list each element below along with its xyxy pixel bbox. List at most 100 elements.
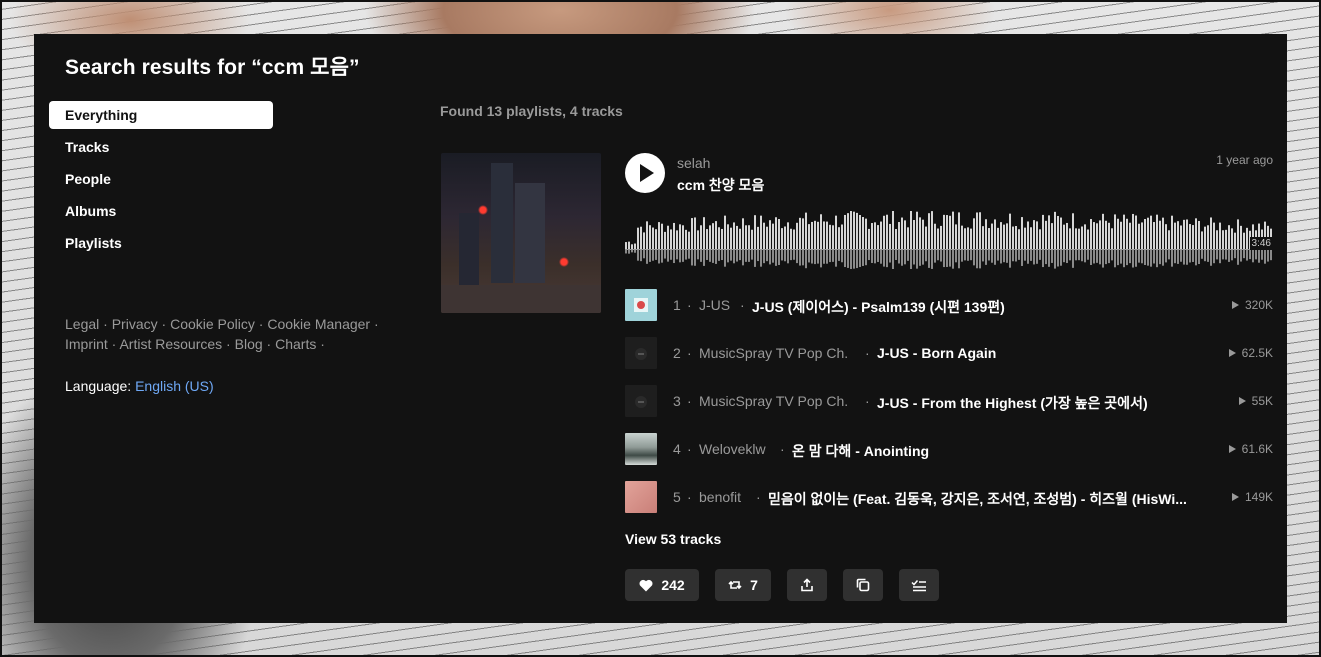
track-row[interactable]: 3 · MusicSpray TV Pop Ch. · J-US - From … bbox=[625, 385, 1273, 433]
waveform-bar-reflection bbox=[1123, 250, 1125, 268]
copy-link-icon bbox=[856, 578, 870, 592]
footer-link-blog[interactable]: Blog bbox=[235, 336, 263, 352]
share-button[interactable] bbox=[787, 569, 827, 601]
waveform-bar bbox=[781, 228, 783, 249]
nav-item-people[interactable]: People bbox=[49, 165, 273, 193]
waveform-bar-reflection bbox=[814, 250, 816, 265]
waveform-bar-reflection bbox=[1129, 250, 1131, 264]
waveform-bar-reflection bbox=[982, 250, 984, 262]
waveform-bar bbox=[835, 215, 837, 249]
waveform-bar bbox=[958, 212, 960, 249]
footer-link-charts[interactable]: Charts bbox=[275, 336, 316, 352]
waveform-bar-reflection bbox=[658, 250, 660, 264]
track-title[interactable]: J-US - Born Again bbox=[877, 345, 996, 361]
waveform-bar-reflection bbox=[1048, 250, 1050, 267]
waveform-bar-reflection bbox=[766, 250, 768, 262]
nav-item-everything[interactable]: Everything bbox=[49, 101, 273, 129]
waveform-bar bbox=[652, 227, 654, 249]
add-to-queue-button[interactable] bbox=[899, 569, 939, 601]
waveform-bar-reflection bbox=[1108, 250, 1110, 264]
waveform-bar bbox=[952, 211, 954, 249]
track-row[interactable]: 2 · MusicSpray TV Pop Ch. · J-US - Born … bbox=[625, 337, 1273, 385]
nav-item-tracks[interactable]: Tracks bbox=[49, 133, 273, 161]
waveform-bar-reflection bbox=[760, 250, 762, 267]
nav-item-playlists[interactable]: Playlists bbox=[49, 229, 273, 257]
waveform-bar-reflection bbox=[1207, 250, 1209, 262]
waveform-bar-reflection bbox=[1132, 250, 1134, 268]
waveform-bar bbox=[1000, 222, 1002, 249]
track-title[interactable]: J-US - From the Highest (가장 높은 곳에서) bbox=[877, 393, 1148, 413]
footer-link-privacy[interactable]: Privacy bbox=[112, 316, 158, 332]
waveform-bar bbox=[925, 226, 927, 249]
waveform-bar bbox=[814, 220, 816, 249]
playlist-artwork[interactable] bbox=[441, 153, 601, 313]
view-all-tracks-link[interactable]: View 53 tracks bbox=[625, 531, 721, 547]
waveform-bar-reflection bbox=[889, 250, 891, 263]
waveform-bar bbox=[859, 215, 861, 249]
footer-link-imprint[interactable]: Imprint bbox=[65, 336, 108, 352]
waveform-bar-reflection bbox=[685, 250, 687, 260]
track-artist[interactable]: MusicSpray TV Pop Ch. bbox=[699, 345, 848, 361]
waveform-bar-reflection bbox=[1189, 250, 1191, 263]
waveform-bar bbox=[1195, 218, 1197, 249]
waveform-bar-reflection bbox=[1231, 250, 1233, 261]
footer-link-legal[interactable]: Legal bbox=[65, 316, 99, 332]
waveform-bar bbox=[670, 229, 672, 249]
waveform-bar bbox=[640, 226, 642, 249]
waveform-bar-reflection bbox=[847, 250, 849, 268]
waveform-bar bbox=[1093, 222, 1095, 249]
footer-link-cookie-manager[interactable]: Cookie Manager bbox=[267, 316, 370, 332]
waveform-bar-reflection bbox=[1264, 250, 1266, 264]
track-row[interactable]: 4 · Weloveklw · 온 맘 다해 - Anointing 61.6K bbox=[625, 433, 1273, 481]
track-artist[interactable]: J-US bbox=[699, 297, 730, 313]
waveform-bar bbox=[1240, 225, 1242, 249]
copy-link-button[interactable] bbox=[843, 569, 883, 601]
language-link[interactable]: English (US) bbox=[135, 378, 214, 394]
waveform-bar bbox=[637, 227, 639, 249]
waveform-bar bbox=[895, 229, 897, 249]
heart-icon bbox=[639, 579, 653, 591]
waveform-bar-reflection bbox=[1087, 250, 1089, 260]
waveform-bar bbox=[853, 211, 855, 249]
waveform-bar-reflection bbox=[1009, 250, 1011, 268]
footer-link-artist-resources[interactable]: Artist Resources bbox=[119, 336, 222, 352]
track-row[interactable]: 1 · J-US · J-US (제이어스) - Psalm139 (시편 13… bbox=[625, 289, 1273, 337]
like-button[interactable]: 242 bbox=[625, 569, 699, 601]
track-title[interactable]: J-US (제이어스) - Psalm139 (시편 139편) bbox=[752, 297, 1005, 317]
waveform[interactable]: 3:46 bbox=[625, 209, 1273, 269]
waveform-bar-reflection bbox=[1198, 250, 1200, 265]
footer-links: Legal · Privacy · Cookie Policy · Cookie… bbox=[65, 316, 379, 352]
waveform-bar-reflection bbox=[799, 250, 801, 266]
track-row[interactable]: 5 · benofit · 믿음이 없이는 (Feat. 김동욱, 강지은, 조… bbox=[625, 481, 1273, 529]
waveform-bar bbox=[685, 229, 687, 249]
waveform-bar bbox=[1189, 224, 1191, 249]
track-artist[interactable]: Weloveklw bbox=[699, 441, 766, 457]
nav-item-albums[interactable]: Albums bbox=[49, 197, 273, 225]
waveform-bar bbox=[916, 211, 918, 249]
track-artist[interactable]: benofit bbox=[699, 489, 741, 505]
waveform-bar bbox=[757, 226, 759, 249]
play-button[interactable] bbox=[625, 153, 665, 193]
footer-link-cookie-policy[interactable]: Cookie Policy bbox=[170, 316, 255, 332]
waveform-bar bbox=[865, 218, 867, 249]
waveform-bar bbox=[988, 228, 990, 249]
waveform-bar bbox=[736, 225, 738, 249]
waveform-bar-reflection bbox=[1258, 250, 1260, 263]
add-to-queue-icon bbox=[911, 580, 926, 592]
waveform-bar bbox=[1108, 222, 1110, 249]
waveform-bar-reflection bbox=[1075, 250, 1077, 261]
track-artist[interactable]: MusicSpray TV Pop Ch. bbox=[699, 393, 848, 409]
waveform-bar bbox=[679, 224, 681, 249]
waveform-bar bbox=[1210, 217, 1212, 249]
waveform-bar-reflection bbox=[772, 250, 774, 263]
playlist-title[interactable]: ccm 찬양 모음 bbox=[677, 175, 764, 195]
waveform-bar bbox=[745, 225, 747, 249]
waveform-bar-reflection bbox=[1111, 250, 1113, 261]
waveform-bar-reflection bbox=[1222, 250, 1224, 260]
waveform-bar-reflection bbox=[703, 250, 705, 266]
waveform-bar bbox=[1081, 226, 1083, 249]
playlist-uploader[interactable]: selah bbox=[677, 155, 710, 171]
repost-button[interactable]: 7 bbox=[715, 569, 771, 601]
track-title[interactable]: 믿음이 없이는 (Feat. 김동욱, 강지은, 조서연, 조성범) - 히즈윌… bbox=[768, 489, 1187, 509]
track-title[interactable]: 온 맘 다해 - Anointing bbox=[792, 441, 929, 461]
